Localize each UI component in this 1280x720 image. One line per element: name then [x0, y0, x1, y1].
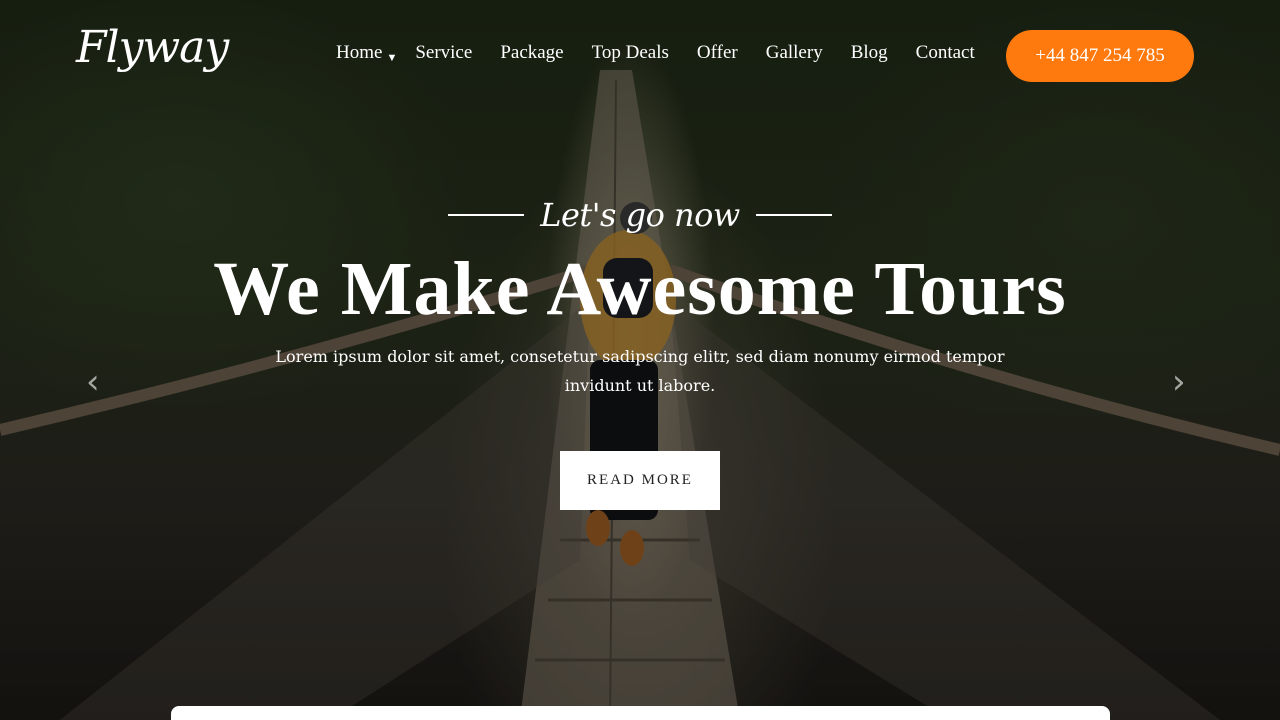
kicker-line-left: [448, 214, 525, 216]
nav-item-package[interactable]: Package: [500, 42, 563, 64]
nav-item-service[interactable]: Service: [415, 42, 472, 64]
kicker-text: Let's go now: [540, 196, 740, 234]
kicker-line-right: [755, 214, 832, 216]
hero-subtitle: Lorem ipsum dolor sit amet, consetetur s…: [275, 347, 1005, 395]
site-logo[interactable]: Flyway: [76, 22, 229, 73]
search-panel: [171, 706, 1110, 720]
nav-item-label: Home: [336, 42, 383, 63]
phone-call-button[interactable]: +44 847 254 785: [1006, 30, 1194, 82]
main-nav: Home ▼ Service Package Top Deals Offer G…: [336, 42, 1003, 64]
nav-item-gallery[interactable]: Gallery: [766, 42, 823, 64]
nav-item-home[interactable]: Home ▼: [336, 42, 397, 64]
nav-item-offer[interactable]: Offer: [697, 42, 738, 64]
caret-down-icon: ▼: [386, 52, 398, 64]
nav-item-blog[interactable]: Blog: [851, 42, 888, 64]
hero-headline: We Make Awesome Tours: [213, 247, 1067, 331]
nav-item-contact[interactable]: Contact: [916, 42, 975, 64]
hero-kicker: Let's go now: [0, 196, 1280, 234]
chevron-left-icon[interactable]: ‹: [86, 362, 100, 402]
chevron-right-icon[interactable]: ›: [1172, 362, 1186, 402]
read-more-button[interactable]: READ MORE: [560, 451, 720, 510]
nav-item-top-deals[interactable]: Top Deals: [592, 42, 669, 64]
